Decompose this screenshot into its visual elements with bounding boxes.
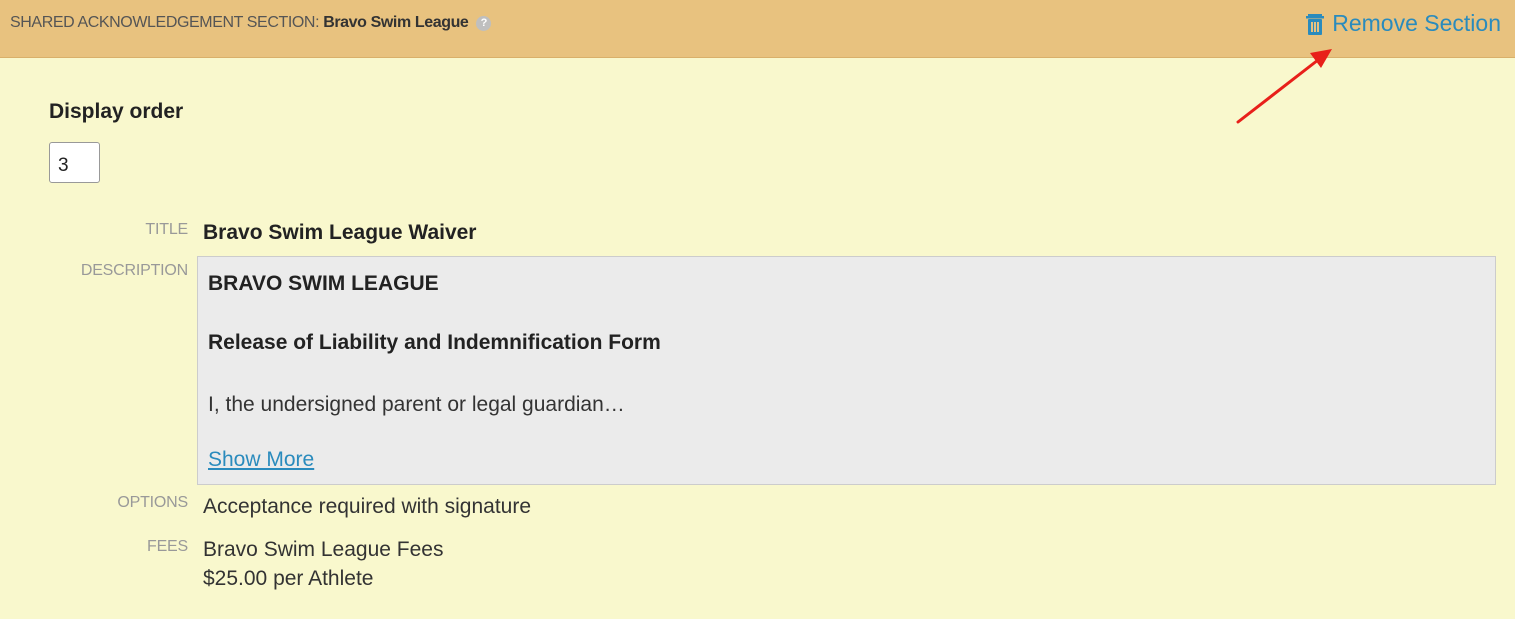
acknowledgement-section: SHARED ACKNOWLEDGEMENT SECTION: Bravo Sw… (0, 0, 1515, 619)
remove-section-label: Remove Section (1332, 10, 1501, 36)
question-circle-icon[interactable]: ? (476, 16, 492, 31)
title-value: Bravo Swim League Waiver (203, 221, 477, 244)
fees-label: FEES (147, 538, 188, 555)
section-header-text: SHARED ACKNOWLEDGEMENT SECTION: Bravo Sw… (10, 14, 492, 32)
fees-name: Bravo Swim League Fees (203, 538, 444, 561)
options-label: OPTIONS (117, 494, 188, 511)
fees-amount: $25.00 per Athlete (203, 567, 374, 590)
display-order-input[interactable] (49, 142, 100, 183)
display-order-label: Display order (49, 100, 184, 123)
description-label: DESCRIPTION (80, 262, 188, 279)
trash-icon (1306, 13, 1325, 35)
description-body: I, the undersigned parent or legal guard… (208, 393, 625, 416)
section-header: SHARED ACKNOWLEDGEMENT SECTION: Bravo Sw… (0, 0, 1515, 58)
description-box: BRAVO SWIM LEAGUE Release of Liability a… (197, 256, 1496, 485)
remove-section-button[interactable]: Remove Section (1305, 10, 1501, 37)
description-subheading: Release of Liability and Indemnification… (208, 331, 661, 354)
section-type-label: SHARED ACKNOWLEDGEMENT SECTION: (10, 14, 320, 31)
section-name: Bravo Swim League (323, 14, 469, 31)
show-more-link[interactable]: Show More (208, 448, 314, 472)
title-label: TITLE (145, 221, 188, 238)
description-heading: BRAVO SWIM LEAGUE (208, 272, 439, 295)
options-value: Acceptance required with signature (203, 495, 532, 518)
